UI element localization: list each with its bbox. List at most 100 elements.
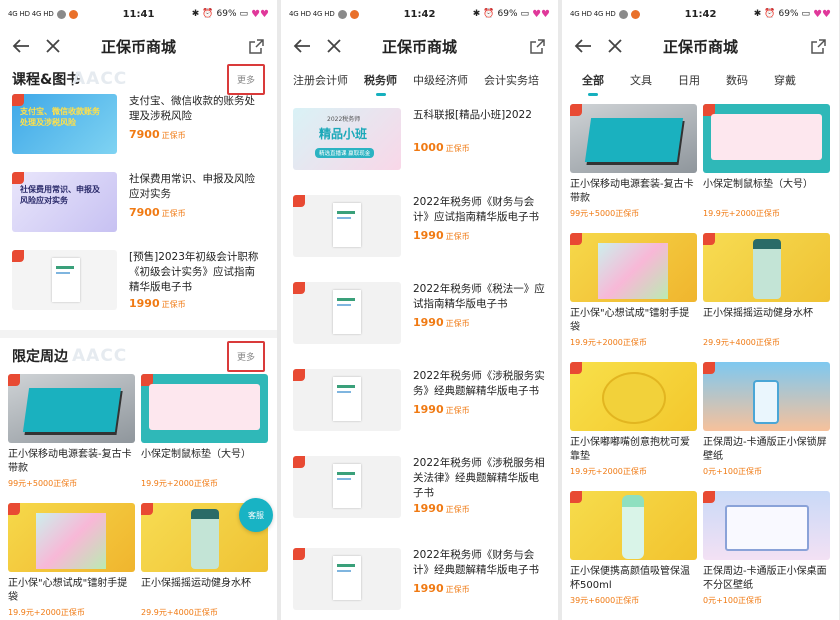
item-price: 1990 正保币 — [413, 403, 470, 416]
alarm-icon: ⏰ — [202, 9, 214, 19]
list-item[interactable]: 2022税务师 精品小班 精选直播课 赢取现金 五科联报[精品小班]2022 1… — [281, 108, 558, 195]
book-icon — [333, 377, 361, 421]
top-bar: 正保币商城 — [562, 28, 839, 64]
product-price: 19.9元+2000正保币 — [141, 479, 218, 488]
item-name: 2022年税务师《涉税服务实务》经典题解精华版电子书 — [413, 370, 545, 397]
ebook-cover — [293, 195, 401, 257]
list-item[interactable]: 支付宝、微信收款账务处理及涉税风险 支付宝、微信收款的账务处理及涉税风险 790… — [0, 94, 277, 172]
back-icon[interactable] — [572, 35, 594, 57]
item-price: 7900 正保币 — [129, 206, 186, 219]
status-right: ✱ ⏰ 69% ▭ ♥♥ — [192, 9, 269, 20]
list-item[interactable]: 2022年税务师《涉税服务实务》经典题解精华版电子书 1990 正保币 — [281, 369, 558, 456]
cover-subtitle: 2022税务师 — [327, 116, 361, 123]
share-icon[interactable] — [807, 35, 829, 57]
more-button[interactable]: 更多 — [226, 63, 265, 95]
ebook-cover — [293, 369, 401, 431]
product-name: 正小保"心想试成"镭射手提袋 — [570, 308, 690, 333]
close-icon[interactable] — [604, 35, 626, 57]
product-name: 正小保嘟嘟嘴创意抱枕可爱靠垫 — [570, 437, 690, 462]
battery-icon: ▭ — [520, 9, 530, 19]
ebook-cover — [12, 250, 117, 310]
more-button[interactable]: 更多 — [226, 340, 265, 372]
book-icon — [333, 290, 361, 334]
product-card[interactable]: 正小保移动电源套装-复古卡带款 99元+5000正保币 — [570, 104, 697, 227]
share-icon[interactable] — [245, 35, 267, 57]
product-name: 正小保摇摇运动健身水杯 — [141, 578, 251, 589]
product-price: 19.9元+2000正保币 — [703, 209, 780, 218]
product-card[interactable]: 正保周边-卡通版正小保锁屏壁纸 0元+100正保币 — [703, 362, 830, 485]
product-card[interactable]: 正小保"心想试成"镭射手提袋 19.9元+2000正保币 — [8, 503, 135, 620]
product-card[interactable]: 正小保移动电源套装-复古卡带款 99元+5000正保币 — [8, 374, 135, 497]
list-item[interactable]: 2022年税务师《财务与会计》应试指南精华版电子书 1990 正保币 — [281, 195, 558, 282]
battery-level: 69% — [216, 9, 237, 19]
product-price: 99元+5000正保币 — [570, 209, 640, 218]
product-name: 正小保"心想试成"镭射手提袋 — [8, 578, 128, 603]
app-notification-icon — [68, 9, 78, 19]
badge — [703, 233, 715, 245]
tab-intermediate-economist[interactable]: 中级经济师 — [413, 72, 468, 91]
tab-stationery[interactable]: 文具 — [630, 72, 652, 91]
badge — [141, 503, 153, 515]
course-cover: 社保费用常识、申报及风险应对实务 — [12, 172, 117, 232]
item-price: 7900 正保币 — [129, 128, 186, 141]
list-item[interactable]: [预售]2023年初级会计职称《初级会计实务》应试指南精华版电子书 1990 正保… — [0, 250, 277, 330]
status-bar: 4G HD 4G HD 11:41 ✱ ⏰ 69% ▭ ♥♥ — [0, 0, 277, 28]
back-icon[interactable] — [291, 35, 313, 57]
close-icon[interactable] — [323, 35, 345, 57]
panel-course-books: 4G HD 4G HD 11:41 ✱ ⏰ 69% ▭ ♥♥ 正保币商城 课程&… — [0, 0, 277, 620]
app-notification-icon — [630, 9, 640, 19]
book-icon — [333, 203, 361, 247]
badge — [293, 548, 305, 560]
watermark: AACC — [72, 346, 128, 366]
product-card[interactable]: 小保定制鼠标垫（大号） 19.9元+2000正保币 — [703, 104, 830, 227]
tab-tax-agent[interactable]: 税务师 — [364, 72, 397, 91]
bluetooth-icon: ✱ — [191, 9, 200, 19]
product-card[interactable]: 正小保便携高颜值吸管保温杯500ml 39元+6000正保币 — [570, 491, 697, 614]
badge — [293, 369, 305, 381]
badge — [8, 503, 20, 515]
tab-accounting-practice[interactable]: 会计实务培 — [484, 72, 539, 91]
product-name: 正小保移动电源套装-复古卡带款 — [570, 179, 694, 204]
badge — [293, 195, 305, 207]
item-name: [预售]2023年初级会计职称《初级会计实务》应试指南精华版电子书 — [129, 251, 259, 293]
product-image — [570, 233, 697, 302]
top-bar: 正保币商城 — [281, 28, 558, 64]
product-image — [8, 503, 135, 572]
merch-grid: 正小保移动电源套装-复古卡带款 99元+5000正保币 小保定制鼠标垫（大号） … — [0, 374, 277, 620]
top-bar: 正保币商城 — [0, 28, 277, 64]
clock: 11:42 — [684, 8, 717, 20]
item-info: 社保费用常识、申报及风险应对实务 7900 正保币 — [129, 172, 265, 219]
tab-cpa[interactable]: 注册会计师 — [293, 72, 348, 91]
tab-wearables[interactable]: 穿戴 — [774, 72, 796, 91]
tab-daily[interactable]: 日用 — [678, 72, 700, 91]
tab-all[interactable]: 全部 — [582, 72, 604, 91]
tab-digital[interactable]: 数码 — [726, 72, 748, 91]
product-card[interactable]: 正保周边-卡通版正小保桌面不分区壁纸 0元+100正保币 — [703, 491, 830, 614]
share-icon[interactable] — [526, 35, 548, 57]
item-info: [预售]2023年初级会计职称《初级会计实务》应试指南精华版电子书 1990 正保… — [129, 250, 265, 310]
status-bar: 4G HD 4G HD 11:42 ✱ ⏰ 69% ▭ ♥♥ — [562, 0, 839, 28]
status-right: ✱ ⏰ 69% ▭ ♥♥ — [473, 9, 550, 20]
product-name: 正小保移动电源套装-复古卡带款 — [8, 449, 132, 474]
customer-service-button[interactable]: 客服 — [239, 498, 273, 532]
item-name: 社保费用常识、申报及风险应对实务 — [129, 173, 255, 200]
status-right: ✱ ⏰ 69% ▭ ♥♥ — [754, 9, 831, 20]
list-item[interactable]: 2022年税务师《涉税服务相关法律》经典题解精华版电子书 1990 正保币 — [281, 456, 558, 548]
product-card[interactable]: 正小保"心想试成"镭射手提袋 19.9元+2000正保币 — [570, 233, 697, 356]
product-card[interactable]: 小保定制鼠标垫（大号） 19.9元+2000正保币 — [141, 374, 268, 497]
list-item[interactable]: 社保费用常识、申报及风险应对实务 社保费用常识、申报及风险应对实务 7900 正保… — [0, 172, 277, 250]
section-title: 课程&图书 — [12, 72, 81, 88]
bluetooth-icon: ✱ — [753, 9, 762, 19]
product-card[interactable]: 正小保摇摇运动健身水杯 29.9元+4000正保币 — [703, 233, 830, 356]
section-divider — [0, 330, 277, 338]
close-icon[interactable] — [42, 35, 64, 57]
signal-indicator: 4G HD 4G HD — [8, 9, 54, 18]
product-card[interactable]: 正小保嘟嘟嘴创意抱枕可爱靠垫 19.9元+2000正保币 — [570, 362, 697, 485]
list-item[interactable]: 2022年税务师《财务与会计》经典题解精华版电子书 1990 正保币 — [281, 548, 558, 620]
signal-indicator: 4G HD 4G HD — [570, 9, 616, 18]
list-item[interactable]: 2022年税务师《税法一》应试指南精华版电子书 1990 正保币 — [281, 282, 558, 369]
badge — [570, 362, 582, 374]
product-image — [703, 233, 830, 302]
product-name: 正小保便携高颜值吸管保温杯500ml — [570, 566, 690, 591]
back-icon[interactable] — [10, 35, 32, 57]
